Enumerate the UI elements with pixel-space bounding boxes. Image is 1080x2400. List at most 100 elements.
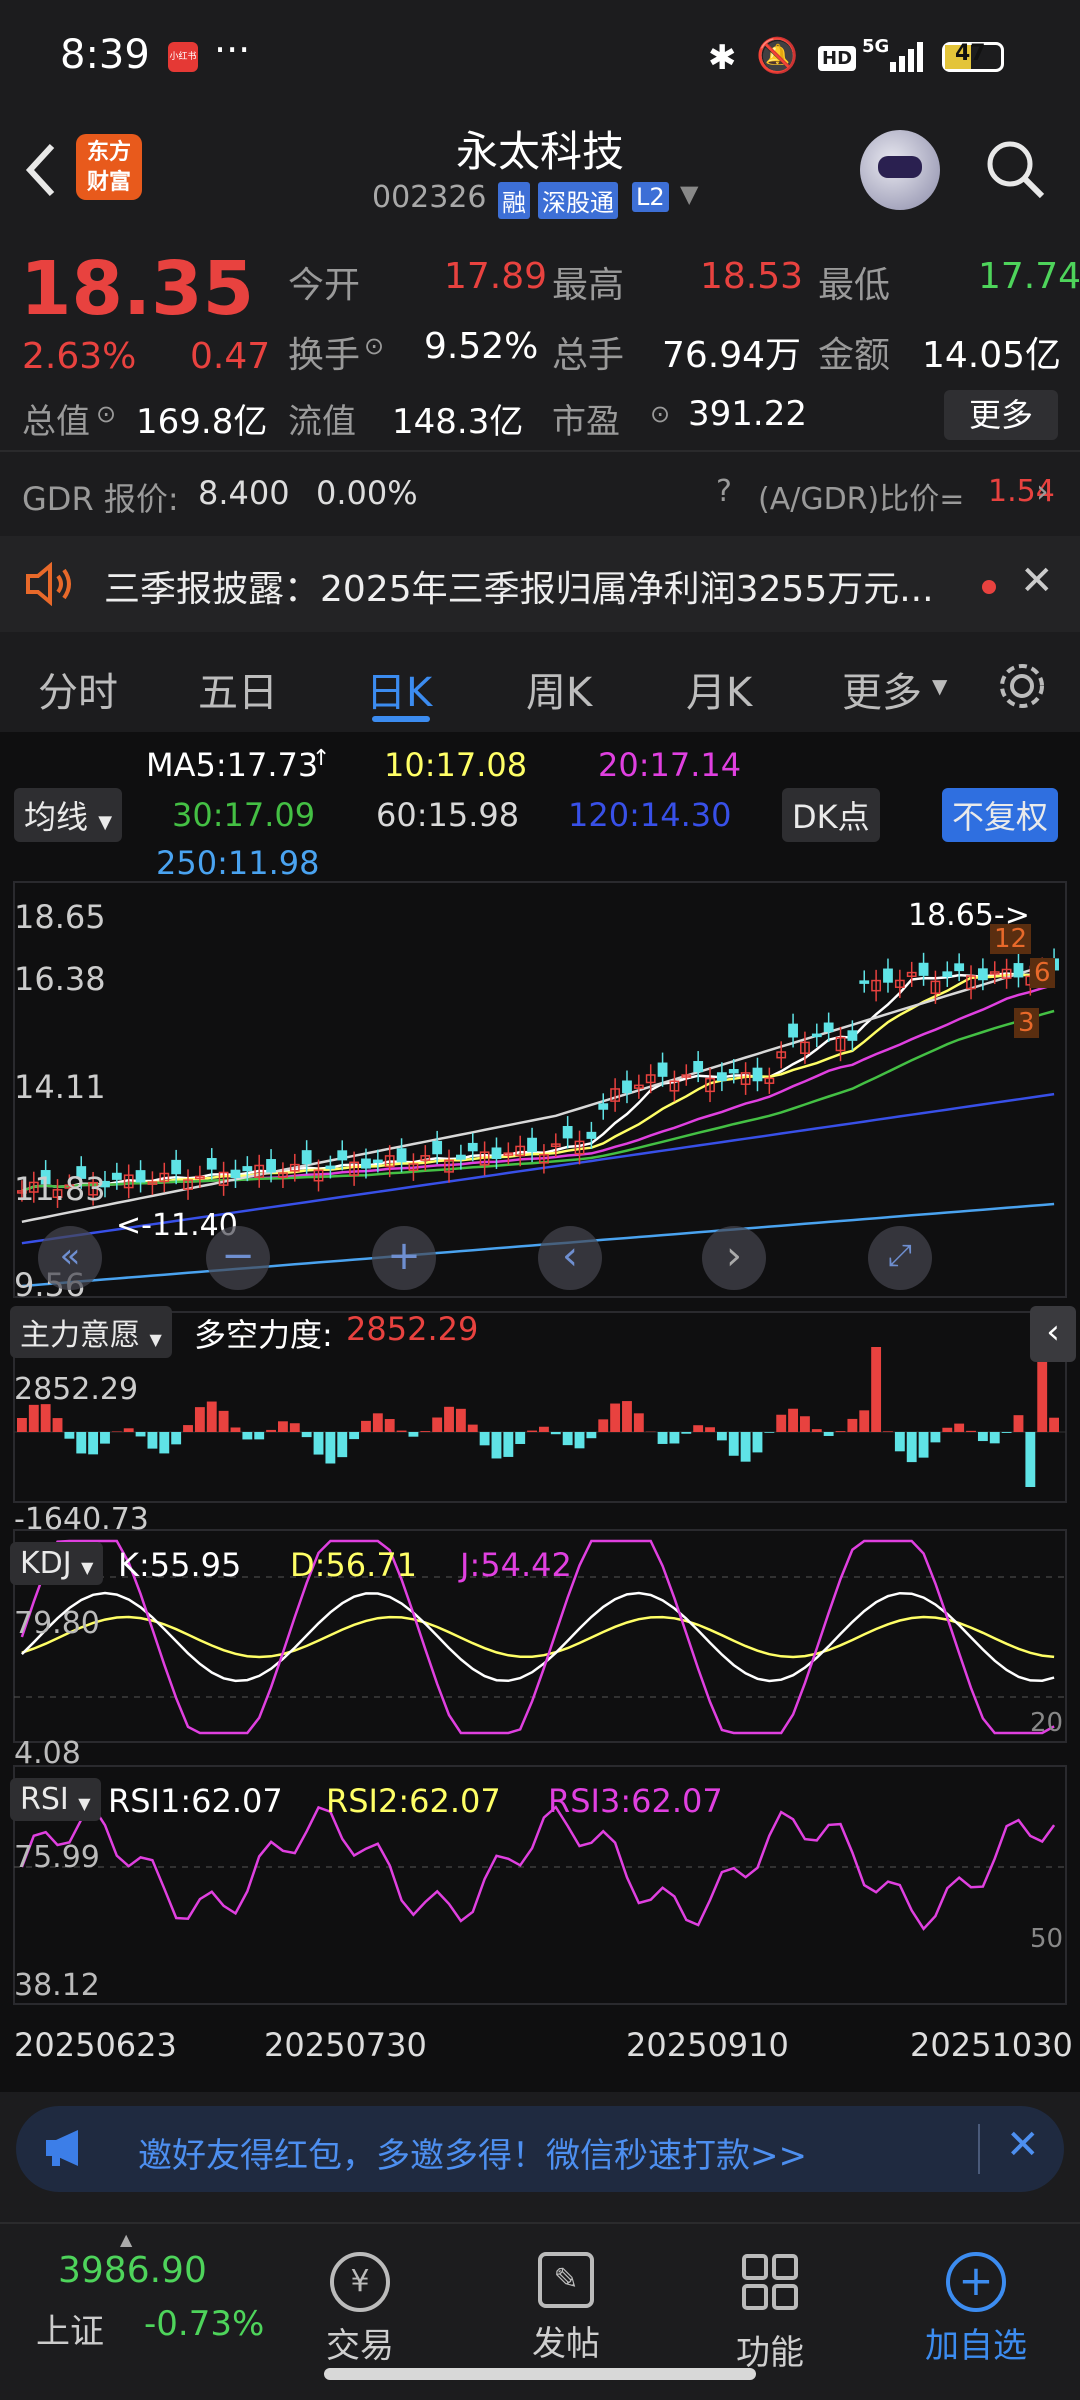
force-bar <box>622 1401 632 1432</box>
indicator-selector-rsi[interactable]: RSI ▼ <box>10 1778 101 1821</box>
candle-body <box>171 1159 182 1175</box>
info-icon[interactable]: ⊙ <box>96 400 116 428</box>
tab-daily-k[interactable]: 日K <box>366 660 432 718</box>
search-icon[interactable] <box>984 138 1048 202</box>
float-cap-value: 148.3亿 <box>392 402 524 442</box>
tab-five-day[interactable]: 五日 <box>198 660 278 718</box>
tab-more[interactable]: 更多 <box>842 660 922 718</box>
trade-button[interactable]: ¥ 交易 <box>290 2252 430 2367</box>
force-bar <box>254 1432 265 1440</box>
help-icon[interactable]: ? <box>716 474 732 509</box>
info-icon[interactable]: ⊙ <box>364 332 384 360</box>
step-back-icon[interactable]: ‹ <box>538 1226 602 1290</box>
force-bar <box>906 1432 917 1463</box>
caret-up-icon: ▲ <box>120 2230 133 2249</box>
edit-icon: ✎ <box>538 2252 594 2308</box>
force-bar <box>989 1432 1000 1444</box>
invite-banner[interactable]: 邀好友得红包，多邀多得！微信秒速打款>> ✕ <box>16 2106 1064 2192</box>
indicator-selector-main-force[interactable]: 主力意愿 ▼ <box>10 1306 172 1358</box>
force-bar <box>1049 1417 1059 1432</box>
index-value[interactable]: 3986.90 <box>58 2250 207 2291</box>
post-button[interactable]: ✎ 发帖 <box>496 2252 636 2365</box>
fast-back-icon[interactable]: « <box>38 1226 102 1290</box>
robot-assistant-icon[interactable] <box>860 130 940 210</box>
candle-body <box>455 1154 466 1160</box>
signal-icon <box>890 42 923 72</box>
tab-monthly-k[interactable]: 月K <box>686 660 752 718</box>
tab-weekly-k[interactable]: 周K <box>526 660 592 718</box>
candle-body <box>657 1062 668 1077</box>
bluetooth-icon: ✱ <box>708 38 737 78</box>
hd-icon: HD <box>818 46 857 71</box>
info-icon[interactable]: ⊙ <box>650 400 670 428</box>
chevron-right-icon[interactable]: › <box>1036 472 1049 510</box>
candle-body <box>562 1126 573 1139</box>
force-bar <box>539 1426 549 1432</box>
candle-body <box>693 1061 704 1073</box>
candle-body <box>135 1170 146 1183</box>
kdj-d: D:56.71 <box>290 1546 418 1584</box>
force-bar <box>384 1419 395 1432</box>
more-quote-button[interactable]: 更多 <box>944 390 1058 440</box>
zoom-out-icon[interactable]: − <box>206 1226 270 1290</box>
tab-active-indicator <box>372 716 430 722</box>
date-label: 20250910 <box>626 2026 789 2064</box>
force-bar <box>847 1418 858 1432</box>
force-title: 多空力度: <box>194 1316 333 1354</box>
chevron-down-icon[interactable]: ▼ <box>680 180 698 208</box>
candle-body <box>396 1148 407 1163</box>
force-bar <box>100 1432 110 1444</box>
volume-label: 总手 <box>552 335 625 376</box>
tab-intraday[interactable]: 分时 <box>38 660 118 718</box>
force-bar <box>408 1432 419 1437</box>
add-watchlist-button[interactable]: + 加自选 <box>906 2252 1046 2367</box>
rsi-top-label: 75.99 <box>14 1840 100 1875</box>
force-bar <box>776 1414 787 1432</box>
force-bar <box>883 1431 893 1432</box>
function-button[interactable]: 功能 <box>700 2252 840 2374</box>
status-time: 8:39 <box>60 32 150 78</box>
indicator-selector-kdj[interactable]: KDJ ▼ <box>10 1542 104 1585</box>
force-bar <box>266 1429 276 1432</box>
index-name[interactable]: 上证 <box>36 2304 104 2353</box>
force-bar <box>420 1431 431 1432</box>
zoom-in-icon[interactable]: + <box>372 1226 436 1290</box>
trade-label: 交易 <box>326 2326 394 2366</box>
candle-body <box>432 1140 443 1155</box>
close-icon[interactable]: ✕ <box>1006 2122 1040 2168</box>
total-cap-value: 169.8亿 <box>136 402 268 442</box>
step-forward-icon[interactable]: › <box>702 1226 766 1290</box>
force-bar <box>823 1432 834 1436</box>
force-bar <box>728 1432 739 1456</box>
force-bar <box>432 1417 443 1432</box>
pe-label: 市盈 <box>552 402 620 442</box>
fullscreen-icon[interactable]: ⤢ <box>868 1226 932 1290</box>
candle-body <box>491 1147 502 1159</box>
force-bar <box>764 1432 775 1433</box>
close-icon[interactable]: ✕ <box>1020 558 1054 604</box>
candle-body <box>859 980 870 984</box>
force-bar <box>871 1347 882 1432</box>
open-label: 今开 <box>288 265 361 306</box>
index-change[interactable]: -0.73% <box>144 2304 264 2344</box>
notice-text: 三季报披露：2025年三季报归属净利润3255万元... <box>104 569 934 610</box>
force-bar <box>194 1407 205 1432</box>
turnover-value: 9.52% <box>424 326 539 367</box>
notice-bar[interactable]: 三季报披露：2025年三季报归属净利润3255万元... ✕ <box>0 536 1080 632</box>
force-bar <box>349 1432 360 1440</box>
force-bar <box>527 1430 537 1432</box>
force-bottom-label: -1640.73 <box>14 1502 149 1537</box>
period-tabs: 分时 五日 日K 周K 月K 更多 ▼ <box>0 632 1080 732</box>
collapse-arrow-icon[interactable]: ‹ <box>1030 1306 1076 1362</box>
open-value: 17.89 <box>444 256 548 297</box>
force-bar <box>28 1404 39 1432</box>
total-cap-label: 总值 <box>22 402 90 442</box>
force-bar <box>171 1432 182 1445</box>
gdr-row: GDR 报价: 8.400 0.00% ? (A/GDR)比价= 1.54 › <box>0 452 1080 536</box>
kdj-j: J:54.42 <box>460 1546 572 1584</box>
force-bar <box>64 1432 75 1439</box>
candle-body <box>337 1150 348 1161</box>
bottom-nav: ▲ 3986.90 上证 -0.73% ¥ 交易 ✎ 发帖 功能 + 加自选 <box>0 2222 1080 2400</box>
gear-icon[interactable] <box>996 660 1048 712</box>
force-bar <box>966 1430 976 1432</box>
